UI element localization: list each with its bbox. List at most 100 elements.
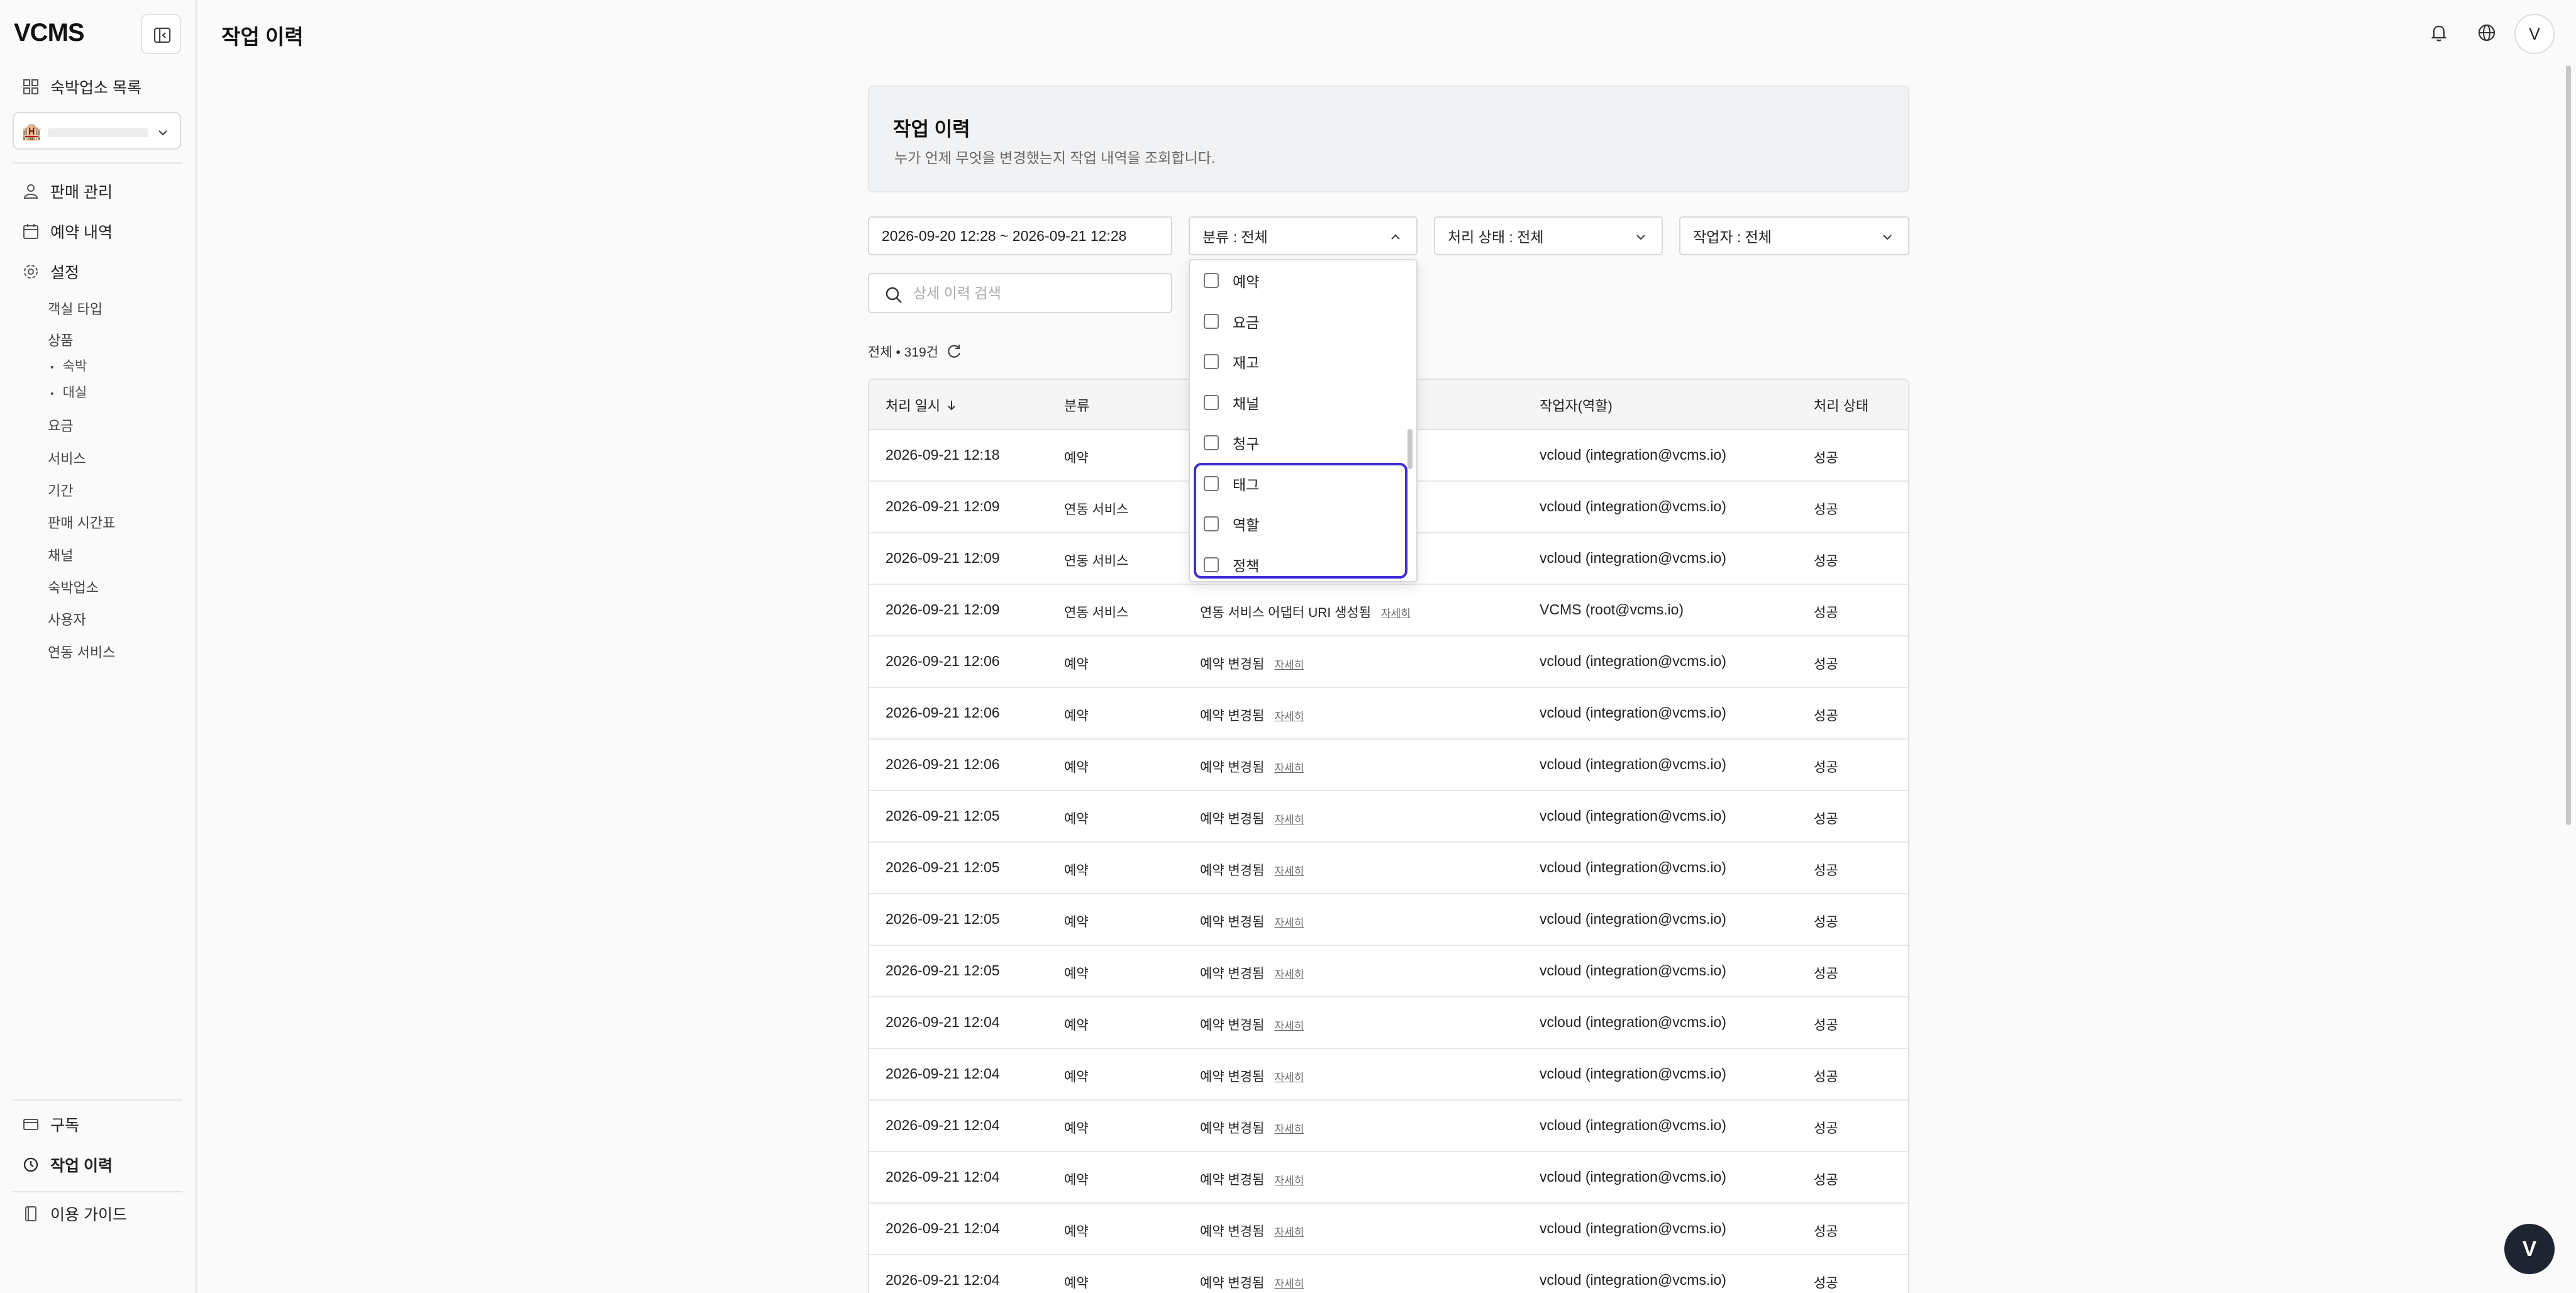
status-filter-label: 처리 상태 : 전체 [1448,229,1544,245]
cell-time: 2026-09-21 12:09 [886,498,1000,514]
checkbox[interactable] [1204,516,1219,531]
sidebar-item-channels[interactable]: 채널 [48,545,73,565]
checkbox[interactable] [1204,273,1219,288]
cell-description: 예약 변경됨 자세히 [1200,860,1304,879]
sidebar-collapse-button[interactable] [141,14,181,54]
cell-category: 예약 [1064,1018,1089,1033]
dropdown-scrollbar[interactable] [1407,429,1413,469]
detail-link[interactable]: 자세히 [1274,1020,1304,1032]
sidebar-item-period[interactable]: 기간 [48,480,73,500]
sidebar-item-reservations[interactable]: 예약 내역 [21,219,113,244]
detail-link[interactable]: 자세히 [1274,968,1304,980]
sidebar-item-sales-schedule[interactable]: 판매 시간표 [48,512,115,532]
sidebar-item-settings[interactable]: 설정 [21,259,79,284]
language-button[interactable] [2474,20,2499,45]
cell-description: 예약 변경됨 자세히 [1200,1273,1304,1292]
checkbox[interactable] [1204,313,1219,329]
sidebar-item-subscription[interactable]: 구독 [21,1112,79,1137]
sidebar: VCMS 숙박업소 목록 🏨 판매 관리 예약 내역 설정 객실 타입 상품 숙… [0,0,197,1293]
detail-link[interactable]: 자세히 [1274,1072,1304,1084]
checkbox[interactable] [1204,354,1219,369]
detail-link[interactable]: 자세히 [1274,711,1304,723]
sidebar-item-label: 판매 관리 [50,184,113,201]
detail-link[interactable]: 자세히 [1274,865,1304,877]
date-range-picker[interactable]: 2026-09-20 12:28 ~ 2026-09-21 12:28 [868,216,1172,255]
checkbox[interactable] [1204,435,1219,450]
calendar-icon [21,222,40,241]
sidebar-item-integrations[interactable]: 연동 서비스 [48,641,115,662]
detail-link[interactable]: 자세히 [1274,1226,1304,1238]
sidebar-item-room-type[interactable]: 객실 타입 [48,298,103,318]
sidebar-item-properties[interactable]: 숙박업소 [48,577,99,597]
divider [13,1191,182,1192]
cell-time: 2026-09-21 12:04 [886,1117,1000,1133]
cell-status: 성공 [1814,760,1838,775]
sidebar-item-services[interactable]: 서비스 [48,448,86,468]
table-row: 2026-09-21 12:09 연동 서비스 연동 서비스 어댑터 URI 생성됨… [869,585,1908,636]
cell-time: 2026-09-21 12:04 [886,1065,1000,1082]
cell-actor: vcloud (integration@vcms.io) [1540,962,1726,979]
app-logo[interactable]: VCMS [14,19,85,47]
chevron-up-icon [1391,234,1400,240]
result-count: 전체 • 319건 [868,342,962,361]
dropdown-option[interactable]: 재고 [1204,349,1259,374]
cell-time: 2026-09-21 12:05 [886,859,1000,875]
sidebar-item-product-dayuse[interactable]: 대실 [50,382,87,401]
search-input[interactable] [913,282,1158,304]
sidebar-item-users[interactable]: 사용자 [48,609,86,629]
user-avatar[interactable]: V [2514,14,2555,54]
property-select[interactable]: 🏨 [13,112,181,150]
dropdown-option[interactable]: 태그 [1204,471,1259,496]
column-header-time[interactable]: 처리 일시 [886,395,958,415]
cell-time: 2026-09-21 12:05 [886,962,1000,979]
cell-time: 2026-09-21 12:09 [886,550,1000,566]
page-scrollbar[interactable] [2566,65,2571,825]
detail-link[interactable]: 자세히 [1274,1278,1304,1290]
cell-status: 성공 [1814,502,1838,517]
sidebar-item-guide[interactable]: 이용 가이드 [21,1201,127,1226]
cell-description: 예약 변경됨 자세히 [1200,1221,1304,1240]
dropdown-option[interactable]: 채널 [1204,390,1259,415]
detail-link[interactable]: 자세히 [1274,1175,1304,1187]
table-row: 2026-09-21 12:05 예약 예약 변경됨 자세히 vcloud (integ… [869,791,1908,843]
detail-link[interactable]: 자세히 [1274,917,1304,929]
detail-link[interactable]: 자세히 [1274,1123,1304,1135]
dropdown-option[interactable]: 역할 [1204,511,1259,536]
sidebar-item-activity-log[interactable]: 작업 이력 [21,1152,113,1177]
cell-actor: vcloud (integration@vcms.io) [1540,498,1726,514]
dropdown-option[interactable]: 정책 [1204,552,1259,577]
refresh-icon[interactable] [946,343,962,360]
sidebar-item-property-list[interactable]: 숙박업소 목록 [21,74,142,99]
status-filter[interactable]: 처리 상태 : 전체 [1434,216,1663,255]
sidebar-item-product-stay[interactable]: 숙박 [50,356,87,375]
cell-status: 성공 [1814,1173,1838,1187]
checkbox[interactable] [1204,557,1219,572]
dropdown-option[interactable]: 예약 [1204,268,1259,293]
detail-link[interactable]: 자세히 [1381,608,1411,619]
cell-actor: vcloud (integration@vcms.io) [1540,911,1726,927]
cell-category: 예약 [1064,451,1089,465]
intro-description: 누가 언제 무엇을 변경했는지 작업 내역을 조회합니다. [894,150,1216,166]
cell-time: 2026-09-21 12:04 [886,1272,1000,1288]
help-chat-button[interactable]: V [2504,1224,2555,1274]
table-row: 2026-09-21 12:05 예약 예약 변경됨 자세히 vcloud (integ… [869,894,1908,946]
notification-button[interactable] [2426,20,2451,45]
checkbox[interactable] [1204,475,1219,491]
sidebar-item-products[interactable]: 상품 [48,330,73,350]
detail-link[interactable]: 자세히 [1274,659,1304,671]
dropdown-option[interactable]: 청구 [1204,430,1259,455]
cell-description: 예약 변경됨 자세히 [1200,912,1304,931]
sidebar-item-sales[interactable]: 판매 관리 [21,179,113,204]
category-filter[interactable]: 분류 : 전체 [1189,216,1418,255]
dropdown-option[interactable]: 요금 [1204,309,1259,334]
detail-link[interactable]: 자세히 [1274,814,1304,826]
cell-status: 성공 [1814,1018,1838,1033]
actor-filter[interactable]: 작업자 : 전체 [1679,216,1909,255]
chevron-down-icon [158,130,167,136]
detail-link[interactable]: 자세히 [1274,762,1304,774]
cell-description-text: 연동 서비스 어댑터 URI 생성됨 [1200,606,1372,620]
cell-status: 성공 [1814,554,1838,569]
cell-description: 예약 변경됨 자세히 [1200,1118,1304,1137]
sidebar-item-rates[interactable]: 요금 [48,415,73,435]
checkbox[interactable] [1204,394,1219,410]
